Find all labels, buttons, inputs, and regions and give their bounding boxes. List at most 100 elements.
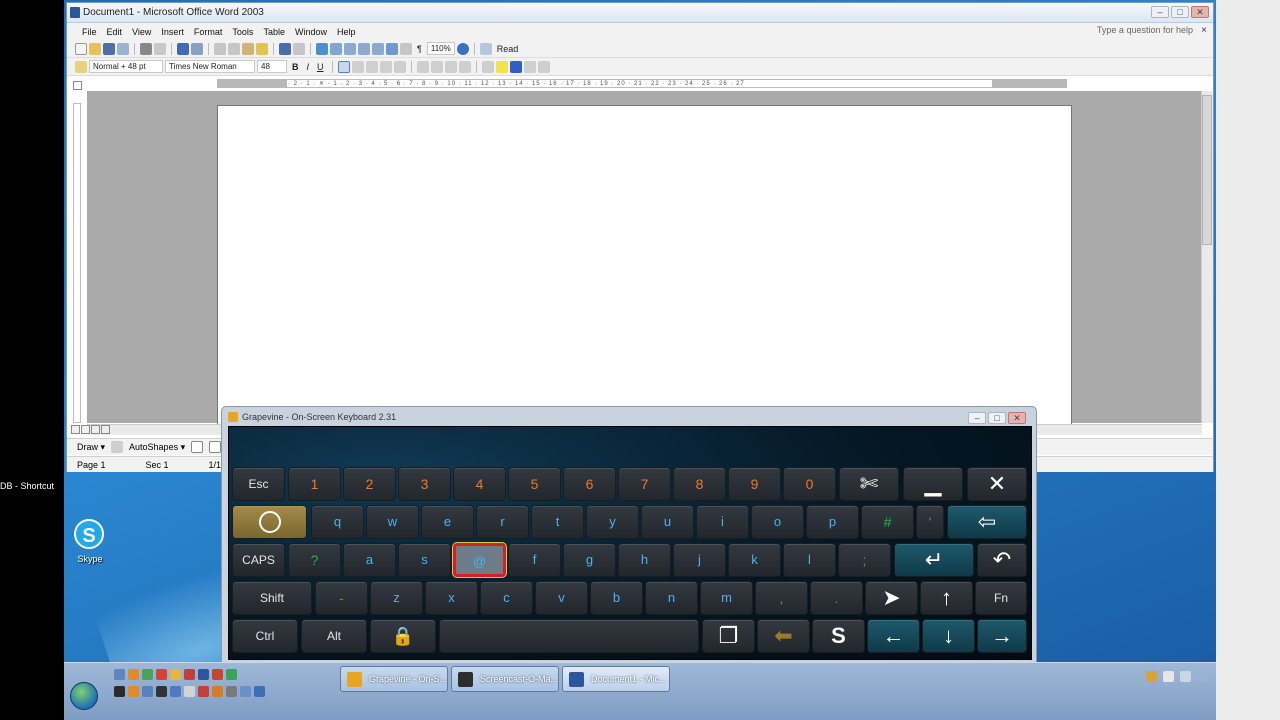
paste-icon[interactable]: [242, 42, 254, 55]
insert-table-icon[interactable]: [344, 42, 356, 55]
menu-help[interactable]: Help: [332, 27, 361, 37]
key-w[interactable]: w: [366, 505, 419, 539]
pointer-icon[interactable]: ➤: [865, 581, 918, 615]
redo-icon[interactable]: [293, 42, 305, 55]
quick-launch-icon[interactable]: [184, 686, 195, 697]
desktop-shortcut-label[interactable]: DB - Shortcut: [0, 481, 64, 493]
quick-launch-icon[interactable]: [114, 669, 125, 680]
bold-button[interactable]: B: [289, 62, 302, 72]
bullets-icon[interactable]: [430, 60, 443, 73]
osk-title[interactable]: Grapevine - On-Screen Keyboard 2.31: [242, 412, 396, 422]
save-icon[interactable]: [103, 42, 115, 55]
font-combo[interactable]: Times New Roman: [165, 60, 255, 73]
key-semicolon[interactable]: ;: [838, 543, 891, 577]
menu-edit[interactable]: Edit: [102, 27, 128, 37]
font-size-combo[interactable]: 48: [257, 60, 287, 73]
quick-launch-icon[interactable]: [142, 686, 153, 697]
highlight-icon[interactable]: [495, 60, 508, 73]
menu-window[interactable]: Window: [290, 27, 332, 37]
permission-icon[interactable]: [117, 42, 129, 55]
print-preview-icon[interactable]: [154, 42, 166, 55]
borders-icon[interactable]: [481, 60, 494, 73]
increase-indent-icon[interactable]: [458, 60, 471, 73]
key-caps[interactable]: CAPS: [232, 543, 285, 577]
key-alt[interactable]: Alt: [301, 619, 367, 653]
arrow-down-icon[interactable]: ↓: [922, 619, 975, 653]
enter-icon[interactable]: ↵: [894, 543, 974, 577]
close-button[interactable]: ✕: [1191, 6, 1209, 18]
vertical-ruler[interactable]: [73, 103, 81, 423]
grapevine-icon[interactable]: [228, 412, 238, 422]
quick-launch-icon[interactable]: [170, 669, 181, 680]
minimize-keyboard-icon[interactable]: ▁: [903, 467, 963, 501]
key-1[interactable]: 1: [288, 467, 341, 501]
key-u[interactable]: u: [641, 505, 694, 539]
cursor-mode-key[interactable]: [232, 505, 307, 539]
volume-icon[interactable]: [1197, 671, 1208, 682]
key-8[interactable]: 8: [673, 467, 726, 501]
key-esc[interactable]: Esc: [232, 467, 285, 501]
osk-maximize-button[interactable]: □: [988, 412, 1006, 424]
web-view-button[interactable]: [81, 425, 90, 434]
underline-button[interactable]: U: [314, 62, 327, 72]
key-z[interactable]: z: [370, 581, 423, 615]
line-spacing-icon[interactable]: [393, 60, 406, 73]
quick-launch-icon[interactable]: [156, 686, 167, 697]
key-a[interactable]: a: [343, 543, 396, 577]
osk-close-button[interactable]: ✕: [1008, 412, 1026, 424]
document-map-icon[interactable]: [400, 42, 412, 55]
key-at-selected[interactable]: @: [453, 543, 506, 577]
close-document-icon[interactable]: ×: [1201, 25, 1207, 36]
minimize-button[interactable]: –: [1151, 6, 1169, 18]
read-icon[interactable]: [479, 42, 492, 55]
menu-format[interactable]: Format: [189, 27, 228, 37]
key-s[interactable]: s: [398, 543, 451, 577]
network-icon[interactable]: [1180, 671, 1191, 682]
key-9[interactable]: 9: [728, 467, 781, 501]
word-titlebar[interactable]: Document1 - Microsoft Office Word 2003: [67, 3, 1213, 23]
undo-icon[interactable]: [279, 42, 291, 55]
arrow-up-icon[interactable]: ↑: [920, 581, 973, 615]
grow-font-icon[interactable]: [523, 60, 536, 73]
word-app-icon[interactable]: [70, 7, 80, 18]
key-fn[interactable]: Fn: [975, 581, 1027, 615]
italic-button[interactable]: I: [304, 62, 313, 72]
key-q[interactable]: q: [311, 505, 364, 539]
insert-excel-icon[interactable]: [358, 42, 370, 55]
key-comma[interactable]: ,: [755, 581, 808, 615]
menu-view[interactable]: View: [127, 27, 156, 37]
drawing-icon[interactable]: [386, 42, 398, 55]
align-left-icon[interactable]: [337, 60, 350, 73]
line-icon[interactable]: [191, 441, 204, 453]
key-5[interactable]: 5: [508, 467, 561, 501]
key-b[interactable]: b: [590, 581, 643, 615]
key-n[interactable]: n: [645, 581, 698, 615]
read-button[interactable]: Read: [494, 44, 522, 54]
menu-file[interactable]: File: [77, 27, 102, 37]
task-word[interactable]: Document1 - Mic...: [562, 666, 670, 692]
justify-icon[interactable]: [379, 60, 392, 73]
hyperlink-icon[interactable]: [316, 42, 328, 55]
close-keyboard-icon[interactable]: ✕: [967, 467, 1027, 501]
print-view-button[interactable]: [91, 425, 100, 434]
quick-launch-icon[interactable]: [254, 686, 265, 697]
start-button[interactable]: [70, 682, 98, 710]
columns-icon[interactable]: [372, 42, 384, 55]
copy-icon[interactable]: [228, 42, 240, 55]
key-i[interactable]: i: [696, 505, 749, 539]
key-4[interactable]: 4: [453, 467, 506, 501]
show-hide-icon[interactable]: ¶: [414, 44, 425, 54]
key-o[interactable]: o: [751, 505, 804, 539]
quick-launch-icon[interactable]: [198, 669, 209, 680]
backspace-icon[interactable]: ⇦: [947, 505, 1027, 539]
key-3[interactable]: 3: [398, 467, 451, 501]
quick-launch-icon[interactable]: [142, 669, 153, 680]
autoshapes-menu[interactable]: AutoShapes ▾: [129, 442, 185, 453]
document-page[interactable]: [217, 105, 1072, 435]
key-6[interactable]: 6: [563, 467, 616, 501]
key-7[interactable]: 7: [618, 467, 671, 501]
align-center-icon[interactable]: [351, 60, 364, 73]
quick-launch-icon[interactable]: [170, 686, 181, 697]
maximize-button[interactable]: □: [1171, 6, 1189, 18]
format-painter-icon[interactable]: [256, 42, 268, 55]
